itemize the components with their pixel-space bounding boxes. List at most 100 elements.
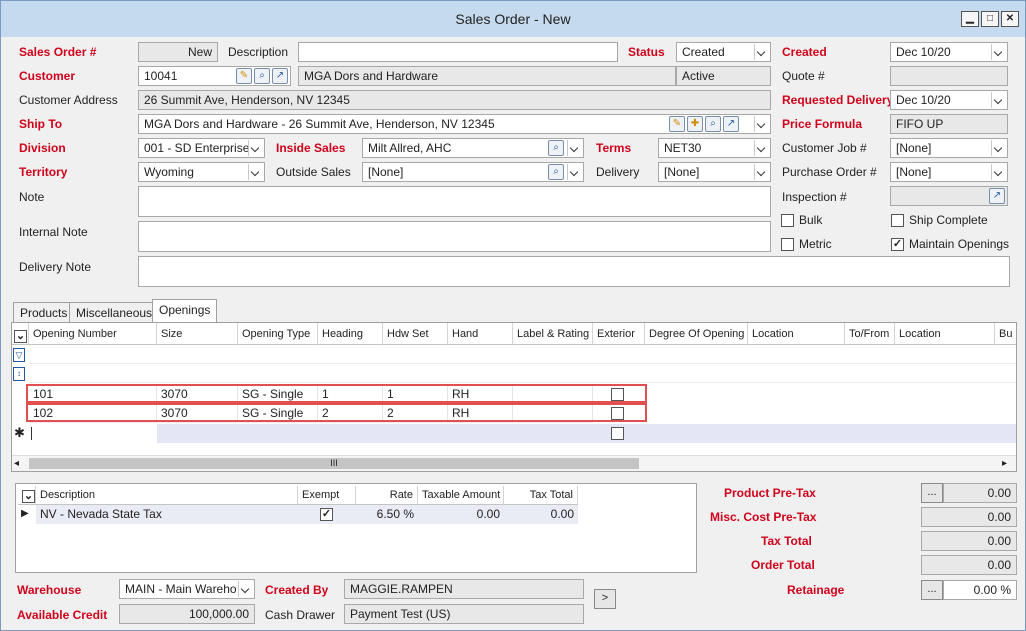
filter-icon[interactable]: ▽ [13, 348, 25, 362]
bulk-checkbox[interactable] [781, 214, 794, 227]
close-button[interactable]: ✕ [1001, 11, 1019, 27]
scroll-left-icon[interactable]: ◂ [14, 458, 19, 469]
column-chooser[interactable]: ⌄ [18, 486, 36, 505]
retainage-input[interactable]: 0.00 % [943, 580, 1017, 600]
group-row[interactable] [29, 364, 1016, 383]
column-header[interactable]: Hdw Set [383, 323, 448, 345]
tax-exempt-checkbox[interactable]: ✓ [320, 508, 333, 521]
exterior-checkbox[interactable] [611, 427, 624, 440]
product-pretax-details-button[interactable]: ... [921, 483, 943, 503]
chevron-down-icon[interactable] [991, 140, 1006, 156]
tax-total-cell[interactable]: 0.00 [504, 505, 578, 524]
order-total-field: 0.00 [921, 555, 1017, 575]
metric-checkbox[interactable] [781, 238, 794, 251]
chevron-down-icon[interactable] [991, 44, 1006, 60]
chevron-down-icon[interactable] [248, 140, 263, 156]
search-icon[interactable]: ⌕ [254, 68, 270, 84]
filter-row[interactable] [29, 345, 1016, 364]
terms-select[interactable]: NET30 [658, 138, 771, 158]
column-header[interactable]: Size [157, 323, 238, 345]
column-header[interactable]: Label & Rating [513, 323, 593, 345]
note-icon[interactable]: ✎ [669, 116, 685, 132]
column-chooser[interactable]: ⌄ [12, 323, 29, 345]
note-icon[interactable]: ✎ [236, 68, 252, 84]
tab-products[interactable]: Products [13, 302, 75, 322]
horizontal-scrollbar[interactable]: ◂ III ▸ [12, 455, 1016, 471]
taxable-amount-cell[interactable]: 0.00 [418, 505, 504, 524]
chevron-down-icon[interactable] [991, 92, 1006, 108]
column-header[interactable]: Exterior [593, 323, 645, 345]
chevron-down-icon[interactable] [567, 164, 582, 180]
tax-exempt-cell[interactable]: ✓ [298, 505, 356, 524]
customer-id-field[interactable]: 10041 ✎ ⌕ ↗ [138, 66, 291, 86]
ship-to-select[interactable]: MGA Dors and Hardware - 26 Summit Ave, H… [138, 114, 771, 134]
scroll-right-icon[interactable]: ▸ [1002, 458, 1007, 469]
column-header[interactable]: Hand [448, 323, 513, 345]
division-select[interactable]: 001 - SD Enterprise [138, 138, 265, 158]
column-header[interactable]: Location [748, 323, 845, 345]
division-label: Division [19, 141, 66, 155]
column-header[interactable]: To/From [845, 323, 895, 345]
outside-sales-select[interactable]: [None] ⌕ [362, 162, 584, 182]
purchase-order-value: [None] [896, 165, 932, 179]
delivery-select[interactable]: [None] [658, 162, 771, 182]
chevron-down-icon[interactable] [754, 164, 769, 180]
maximize-button[interactable]: □ [981, 11, 999, 27]
minimize-button[interactable]: ▁ [961, 11, 979, 27]
search-icon[interactable]: ⌕ [548, 164, 564, 180]
column-header[interactable]: Rate [356, 486, 418, 505]
column-header[interactable]: Exempt [298, 486, 356, 505]
tax-description-cell[interactable]: NV - Nevada State Tax [36, 505, 298, 524]
chevron-down-icon[interactable] [754, 116, 769, 132]
internal-note-textarea[interactable] [138, 221, 771, 252]
search-icon[interactable]: ⌕ [548, 140, 564, 156]
requested-delivery-picker[interactable]: Dec 10/20 [890, 90, 1008, 110]
column-header[interactable]: Taxable Amount [418, 486, 504, 505]
retainage-details-button[interactable]: ... [921, 580, 943, 600]
maintain-openings-checkbox[interactable]: ✓ [891, 238, 904, 251]
expand-arrow-button[interactable]: > [594, 589, 616, 609]
column-header[interactable]: Tax Total [504, 486, 578, 505]
link-icon[interactable]: ↗ [989, 188, 1005, 204]
territory-select[interactable]: Wyoming [138, 162, 265, 182]
column-header[interactable]: Description [36, 486, 298, 505]
column-header[interactable]: Location [895, 323, 995, 345]
chevron-down-icon[interactable] [754, 44, 769, 60]
column-header[interactable]: Bu [995, 323, 1016, 345]
column-header[interactable]: Opening Number [29, 323, 157, 345]
link-icon[interactable]: ↗ [272, 68, 288, 84]
chevron-down-icon[interactable]: ⌄ [14, 330, 27, 343]
note-textarea[interactable] [138, 186, 771, 217]
text-cursor [31, 427, 32, 440]
created-date-picker[interactable]: Dec 10/20 [890, 42, 1008, 62]
delivery-note-textarea[interactable] [138, 256, 1010, 287]
column-header[interactable]: Heading [318, 323, 383, 345]
column-header[interactable]: Opening Type [238, 323, 318, 345]
inside-sales-select[interactable]: Milt Allred, AHC ⌕ [362, 138, 584, 158]
product-pretax-field: 0.00 [943, 483, 1017, 503]
status-select[interactable]: Created [676, 42, 771, 62]
purchase-order-select[interactable]: [None] [890, 162, 1008, 182]
ship-complete-checkbox[interactable] [891, 214, 904, 227]
customer-job-select[interactable]: [None] [890, 138, 1008, 158]
column-header[interactable]: Degree Of Opening [645, 323, 748, 345]
add-address-icon[interactable]: ✚ [687, 116, 703, 132]
chevron-down-icon[interactable] [991, 164, 1006, 180]
chevron-down-icon[interactable] [238, 581, 253, 597]
chevron-down-icon[interactable] [248, 164, 263, 180]
tax-rate-cell[interactable]: 6.50 % [356, 505, 418, 524]
chevron-down-icon[interactable] [567, 140, 582, 156]
tab-miscellaneous[interactable]: Miscellaneous [69, 302, 160, 322]
search-icon[interactable]: ⌕ [705, 116, 721, 132]
tab-openings[interactable]: Openings [152, 299, 218, 322]
inspection-field[interactable]: ↗ [890, 186, 1008, 206]
sort-icon[interactable]: ↕ [13, 367, 25, 381]
warehouse-select[interactable]: MAIN - Main Wareho [119, 579, 255, 599]
chevron-down-icon[interactable]: ⌄ [22, 490, 35, 503]
product-pretax-label: Product Pre-Tax [724, 486, 816, 500]
chevron-down-icon[interactable] [754, 140, 769, 156]
link-icon[interactable]: ↗ [723, 116, 739, 132]
new-row[interactable]: ✱ [12, 424, 1016, 443]
scrollbar-thumb[interactable]: III [29, 458, 639, 469]
description-input[interactable] [298, 42, 618, 62]
